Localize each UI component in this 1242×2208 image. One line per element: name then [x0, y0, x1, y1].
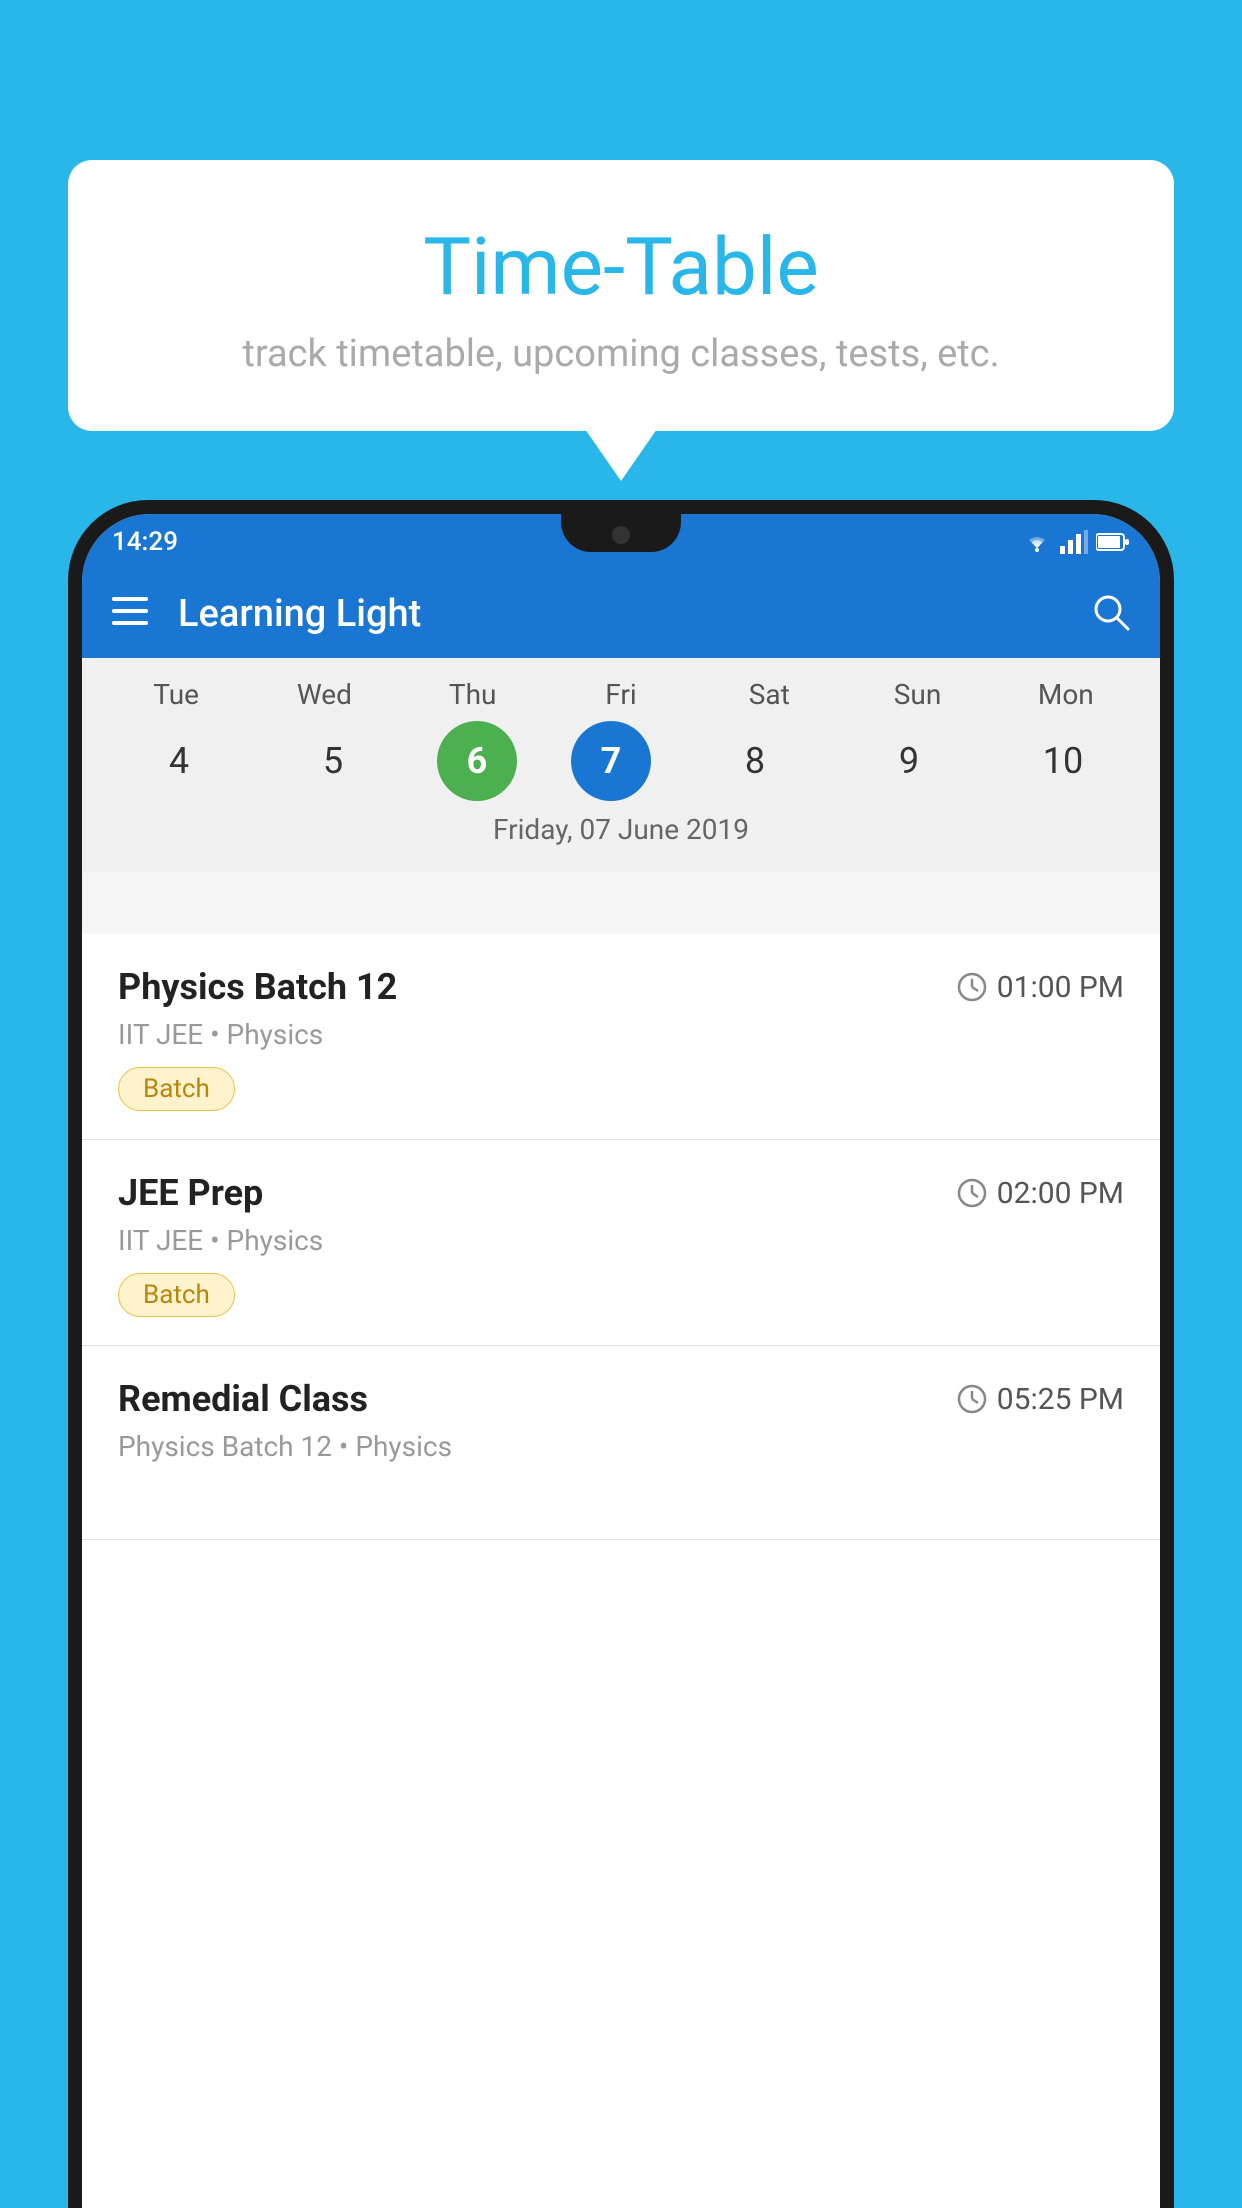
- class-header-3: Remedial Class 05:25 PM: [118, 1378, 1124, 1420]
- phone-notch: [561, 514, 681, 552]
- status-time: 14:29: [112, 527, 178, 557]
- camera-dot: [612, 526, 630, 544]
- class-subject-1: IIT JEE • Physics: [118, 1018, 1124, 1051]
- classes-list: Physics Batch 12 01:00 PM IIT JEE • Phys…: [82, 934, 1160, 2208]
- day-sat: Sat: [719, 678, 819, 711]
- speech-bubble: Time-Table track timetable, upcoming cla…: [68, 160, 1174, 431]
- bubble-subtitle: track timetable, upcoming classes, tests…: [108, 332, 1134, 376]
- battery-icon: [1096, 530, 1130, 554]
- class-name-3: Remedial Class: [118, 1378, 368, 1420]
- app-title: Learning Light: [178, 592, 1092, 636]
- date-9[interactable]: 9: [859, 721, 959, 801]
- day-numbers: 4 5 6 7 8 9 10: [82, 721, 1160, 801]
- date-8[interactable]: 8: [705, 721, 805, 801]
- day-mon: Mon: [1016, 678, 1116, 711]
- search-button[interactable]: [1092, 593, 1130, 635]
- status-icons: [1022, 530, 1130, 554]
- class-subject-2: IIT JEE • Physics: [118, 1224, 1124, 1257]
- class-time-2: 02:00 PM: [957, 1176, 1124, 1211]
- class-name-2: JEE Prep: [118, 1172, 263, 1214]
- class-item-2[interactable]: JEE Prep 02:00 PM IIT JEE • Physics Batc…: [82, 1140, 1160, 1346]
- class-item-3[interactable]: Remedial Class 05:25 PM Physics Batch 12…: [82, 1346, 1160, 1540]
- phone-frame: 14:29: [68, 500, 1174, 2208]
- bubble-title: Time-Table: [108, 220, 1134, 314]
- day-tue: Tue: [126, 678, 226, 711]
- day-fri: Fri: [571, 678, 671, 711]
- selected-date-label: Friday, 07 June 2019: [82, 801, 1160, 862]
- class-time-3: 05:25 PM: [957, 1382, 1124, 1417]
- date-5[interactable]: 5: [283, 721, 383, 801]
- date-4[interactable]: 4: [129, 721, 229, 801]
- class-header-2: JEE Prep 02:00 PM: [118, 1172, 1124, 1214]
- day-sun: Sun: [868, 678, 968, 711]
- class-time-1: 01:00 PM: [957, 970, 1124, 1005]
- signal-icon: [1060, 530, 1088, 554]
- class-header-1: Physics Batch 12 01:00 PM: [118, 966, 1124, 1008]
- date-6-today[interactable]: 6: [437, 721, 517, 801]
- date-10[interactable]: 10: [1013, 721, 1113, 801]
- class-subject-3: Physics Batch 12 • Physics: [118, 1430, 1124, 1463]
- batch-tag-1: Batch: [118, 1067, 235, 1111]
- day-wed: Wed: [274, 678, 374, 711]
- clock-icon-3: [957, 1384, 987, 1414]
- date-7-selected[interactable]: 7: [571, 721, 651, 801]
- day-headers: Tue Wed Thu Fri Sat Sun Mon: [82, 678, 1160, 711]
- calendar-section: Tue Wed Thu Fri Sat Sun Mon 4 5 6 7 8 9 …: [82, 658, 1160, 872]
- clock-icon-2: [957, 1178, 987, 1208]
- menu-icon[interactable]: [112, 595, 148, 633]
- class-item-1[interactable]: Physics Batch 12 01:00 PM IIT JEE • Phys…: [82, 934, 1160, 1140]
- clock-icon-1: [957, 972, 987, 1002]
- app-header: Learning Light: [82, 570, 1160, 658]
- wifi-icon: [1022, 530, 1052, 554]
- batch-tag-2: Batch: [118, 1273, 235, 1317]
- day-thu: Thu: [423, 678, 523, 711]
- class-name-1: Physics Batch 12: [118, 966, 397, 1008]
- phone-screen: 14:29: [82, 514, 1160, 2208]
